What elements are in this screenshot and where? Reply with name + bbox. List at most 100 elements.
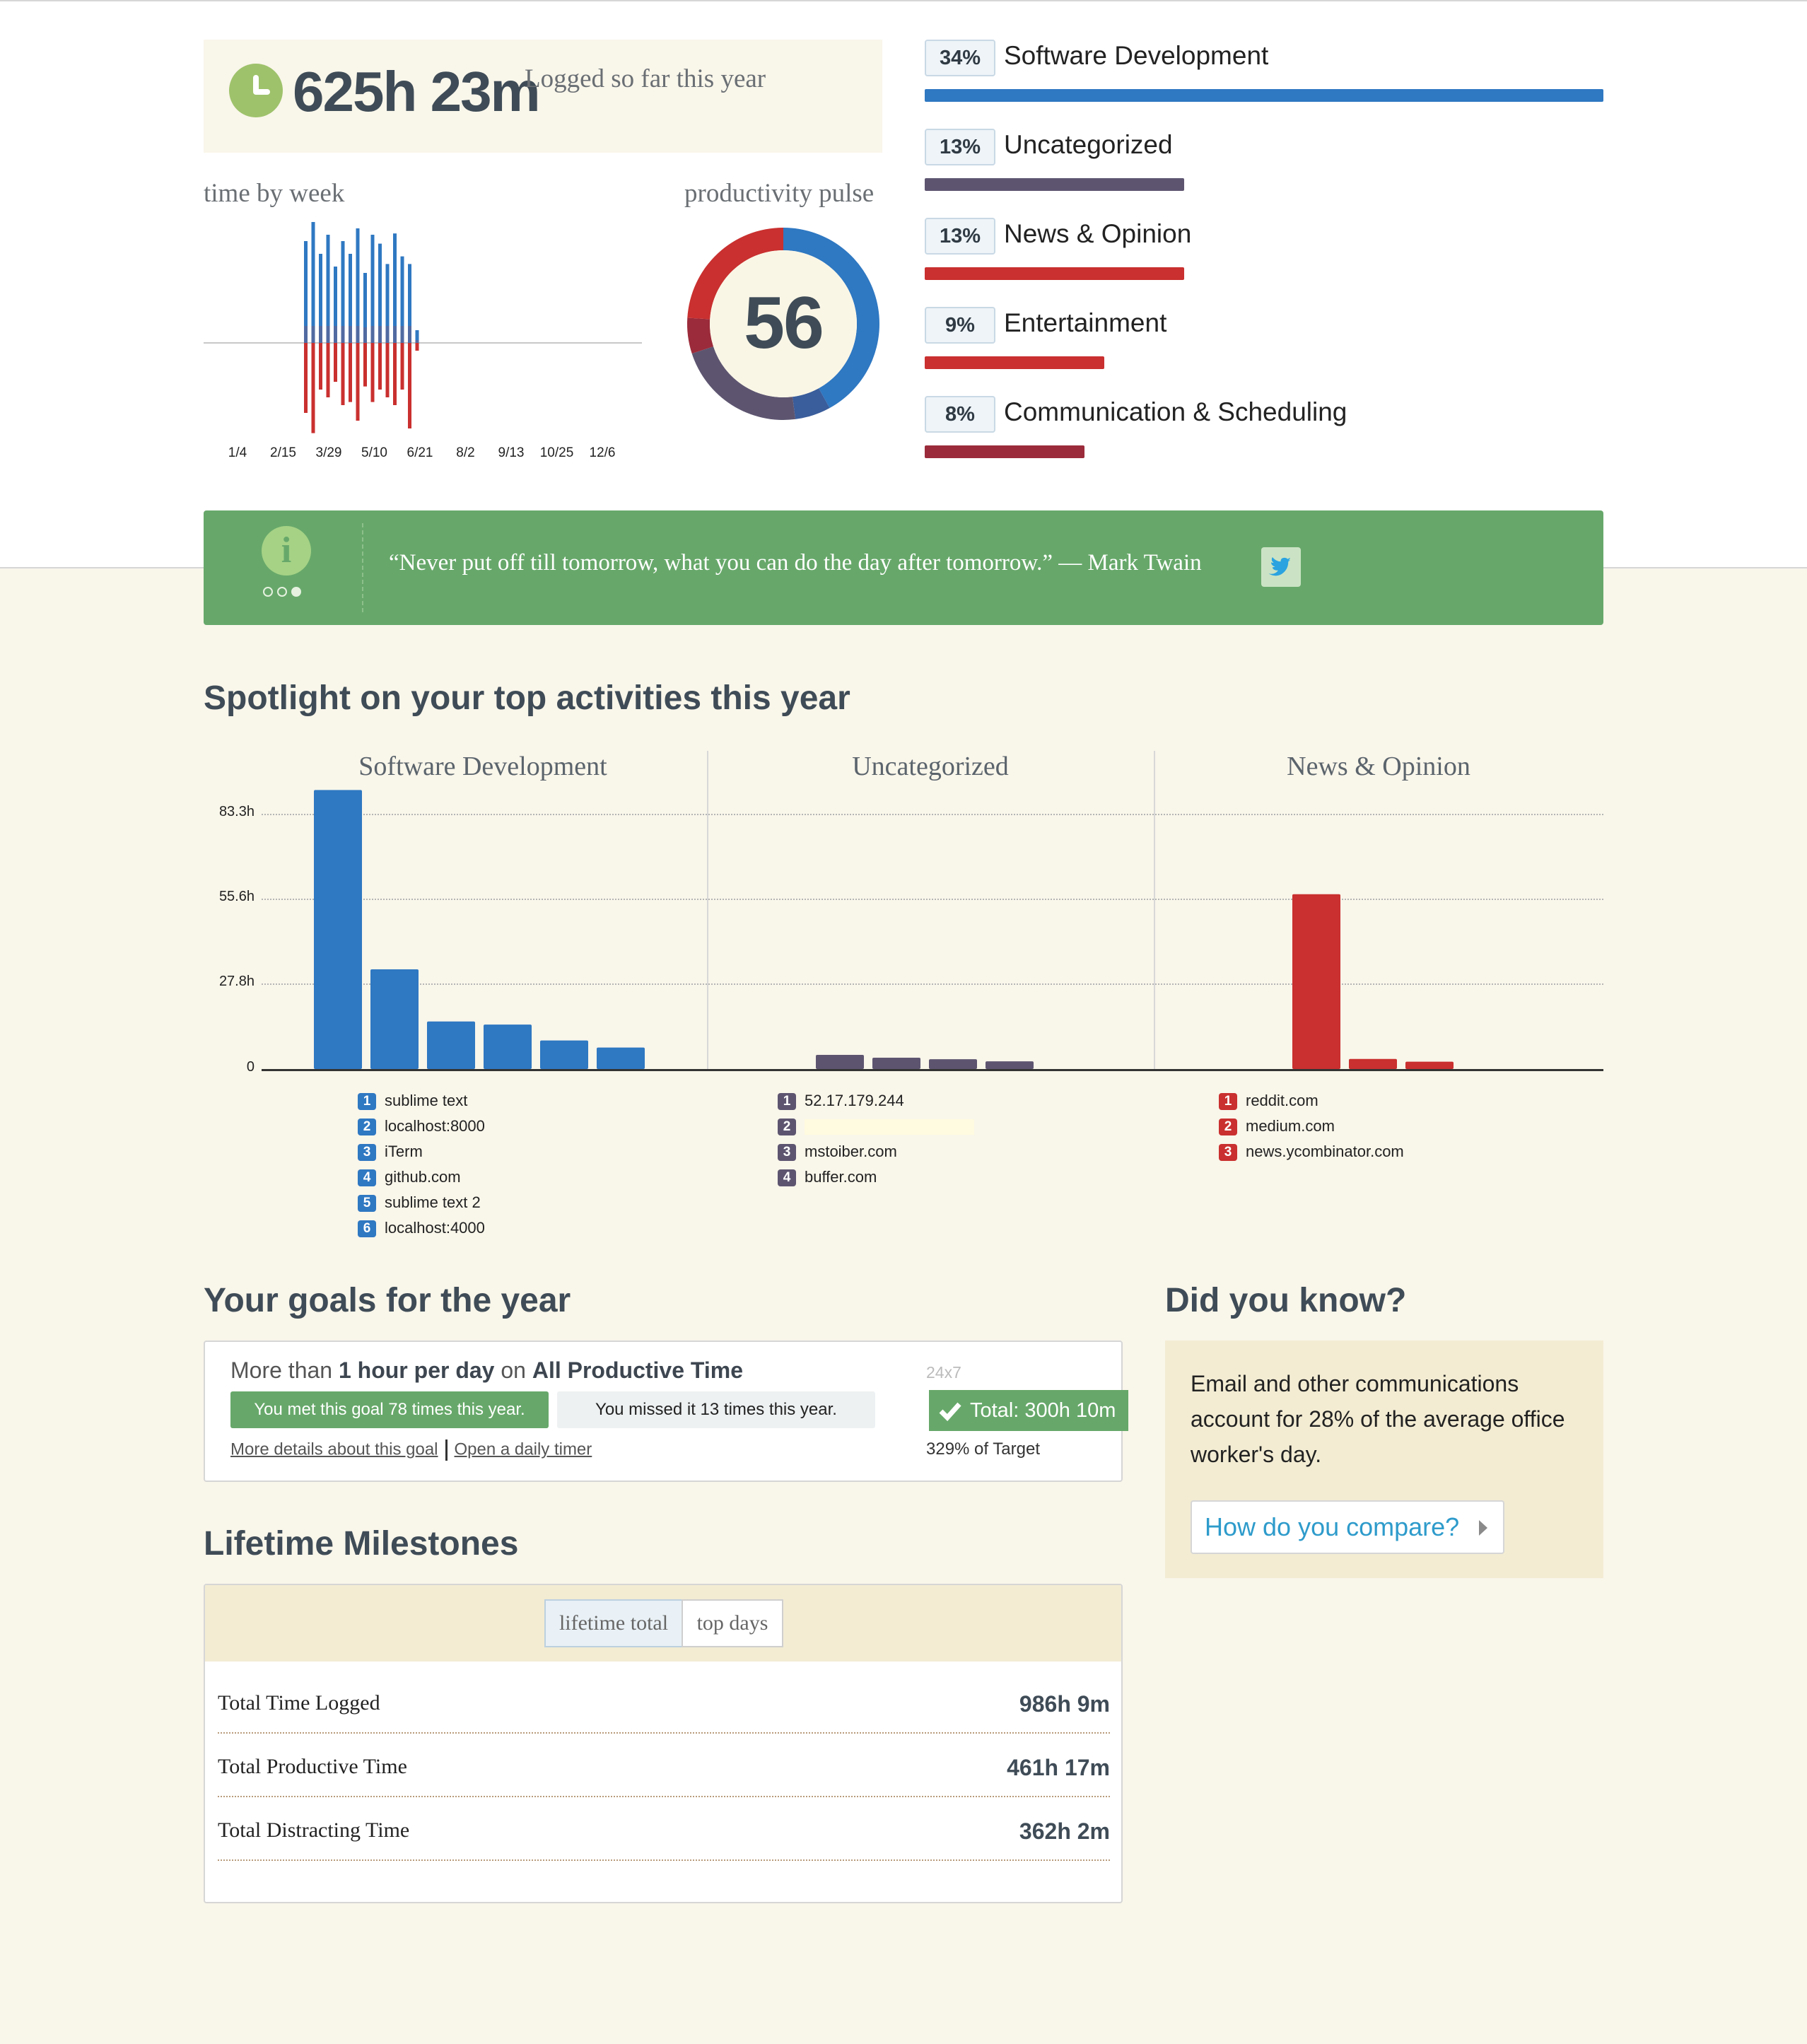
activity-legend-item[interactable]: 5 sublime text 2: [358, 1193, 481, 1219]
tab-lifetime-total[interactable]: lifetime total: [544, 1599, 683, 1647]
activity-bar[interactable]: [986, 1061, 1034, 1069]
category-bar: [925, 267, 1184, 280]
activity-bar[interactable]: [484, 1024, 532, 1069]
week-tick-label: 1/4: [228, 445, 247, 460]
milestone-value: 362h 2m: [1019, 1818, 1110, 1844]
rank-badge: 2: [1219, 1119, 1237, 1136]
quote-pager[interactable]: [263, 587, 312, 601]
activity-bar[interactable]: [314, 790, 362, 1069]
category-percent-badge: 8%: [925, 396, 995, 433]
category-row[interactable]: 9% Entertainment: [925, 307, 1603, 385]
goal-met-count: You met this goal 78 times this year.: [230, 1391, 549, 1428]
rank-badge: 2: [778, 1119, 796, 1136]
goal-details-link[interactable]: More details about this goal: [230, 1439, 438, 1459]
goal-description: More than 1 hour per day on All Producti…: [230, 1357, 743, 1383]
week-neutral-bar: [400, 326, 404, 343]
quote-banner: i “Never put off till tomorrow, what you…: [204, 510, 1603, 625]
spotlight-title: Spotlight on your top activities this ye…: [204, 679, 850, 717]
category-name: Communication & Scheduling: [1004, 397, 1347, 426]
activity-legend-item[interactable]: 3 iTerm: [358, 1143, 423, 1168]
activity-legend-item[interactable]: 3 mstoiber.com: [778, 1143, 897, 1168]
time-by-week-chart[interactable]: 1/4 2/15 3/29 5/10 6/21 8/2 9/13 10/25 12/6: [204, 205, 642, 474]
caret-right-icon: [1479, 1520, 1487, 1536]
category-row[interactable]: 13% News & Opinion: [925, 218, 1603, 296]
category-bar: [925, 445, 1084, 458]
goal-card: More than 1 hour per day on All Producti…: [204, 1341, 1128, 1482]
activity-legend-item[interactable]: 2: [778, 1117, 974, 1143]
activity-bar[interactable]: [427, 1021, 475, 1069]
week-neutral-bar: [356, 326, 360, 343]
activity-bar[interactable]: [1349, 1058, 1397, 1069]
week-distracting-bar: [363, 343, 367, 387]
week-distracting-bar: [400, 343, 404, 390]
activity-legend-item[interactable]: 1 52.17.179.244: [778, 1092, 904, 1117]
did-you-know-title: Did you know?: [1165, 1282, 1407, 1319]
week-neutral-bar: [408, 326, 411, 343]
activity-legend-item[interactable]: 2 medium.com: [1219, 1117, 1335, 1143]
y-axis-tick-label: 0: [246, 1059, 255, 1075]
category-row[interactable]: 13% Uncategorized: [925, 129, 1603, 206]
pager-dot[interactable]: [291, 587, 301, 597]
pager-dot[interactable]: [263, 587, 273, 597]
twitter-share-button[interactable]: [1261, 547, 1301, 587]
week-tick-label: 3/29: [316, 445, 342, 460]
week-distracting-bar: [393, 343, 397, 405]
activity-legend-item[interactable]: 1 reddit.com: [1219, 1092, 1318, 1117]
activity-bar[interactable]: [816, 1055, 864, 1069]
activity-name: sublime text: [385, 1092, 468, 1109]
daily-timer-link[interactable]: Open a daily timer: [455, 1439, 592, 1459]
activity-bar[interactable]: [1292, 894, 1340, 1069]
milestone-label: Total Productive Time: [218, 1755, 407, 1778]
activity-legend-item[interactable]: 4 github.com: [358, 1168, 461, 1193]
category-row[interactable]: 34% Software Development: [925, 40, 1603, 117]
week-distracting-bar: [408, 343, 411, 428]
week-neutral-bar: [415, 340, 419, 343]
activity-bar[interactable]: [597, 1047, 645, 1069]
category-name: Software Development: [1004, 41, 1269, 70]
compare-button[interactable]: How do you compare?: [1191, 1500, 1504, 1554]
tab-top-days[interactable]: top days: [682, 1599, 783, 1647]
activity-legend-item[interactable]: 4 buffer.com: [778, 1168, 877, 1193]
week-neutral-bar: [378, 326, 382, 343]
week-distracting-bar: [326, 343, 330, 397]
week-neutral-bar: [393, 326, 397, 343]
activity-bar[interactable]: [1405, 1061, 1454, 1069]
total-time-logged: 625h 23m: [293, 60, 541, 123]
activity-legend-item[interactable]: 2 localhost:8000: [358, 1117, 485, 1143]
activity-bar[interactable]: [929, 1059, 977, 1069]
rank-badge: 3: [358, 1144, 376, 1162]
year-summary-box: 625h 23m Logged so far this year: [204, 40, 882, 153]
category-row[interactable]: 8% Communication & Scheduling: [925, 396, 1603, 474]
category-percent-badge: 9%: [925, 307, 995, 344]
week-neutral-bar: [349, 326, 352, 343]
week-neutral-bar: [319, 326, 322, 343]
milestone-value: 461h 17m: [1007, 1755, 1110, 1780]
activity-bar[interactable]: [370, 969, 419, 1069]
y-axis-tick-label: 83.3h: [218, 803, 255, 819]
activity-name: 52.17.179.244: [805, 1092, 904, 1109]
rank-badge: 4: [778, 1169, 796, 1187]
rank-badge: 1: [1219, 1093, 1237, 1111]
activity-legend-item[interactable]: 3 news.ycombinator.com: [1219, 1143, 1404, 1168]
activity-bar[interactable]: [872, 1057, 920, 1069]
activity-legend-item[interactable]: 1 sublime text: [358, 1092, 467, 1117]
activity-bar[interactable]: [540, 1040, 588, 1069]
milestone-label: Total Time Logged: [218, 1691, 380, 1715]
week-distracting-bar: [385, 343, 390, 397]
week-tick-label: 2/15: [270, 445, 296, 460]
category-name: Uncategorized: [1004, 130, 1173, 159]
week-productive-bar: [311, 222, 315, 343]
did-you-know-card: Email and other communications account f…: [1165, 1341, 1603, 1578]
spotlight-bar-chart[interactable]: [262, 778, 1605, 1075]
activity-legend-item[interactable]: 6 localhost:4000: [358, 1219, 485, 1244]
milestones-card: lifetime total top days Total Time Logge…: [204, 1584, 1123, 1903]
week-neutral-bar: [363, 327, 367, 343]
quote-divider: [362, 523, 363, 612]
week-distracting-bar: [304, 343, 308, 413]
milestone-row: Total Time Logged 986h 9m: [218, 1670, 1110, 1734]
activity-name: localhost:4000: [385, 1219, 485, 1237]
goal-links: More details about this goal Open a daily…: [230, 1439, 592, 1461]
activity-name: localhost:8000: [385, 1117, 485, 1135]
week-neutral-bar: [385, 326, 390, 343]
pager-dot[interactable]: [277, 587, 287, 597]
